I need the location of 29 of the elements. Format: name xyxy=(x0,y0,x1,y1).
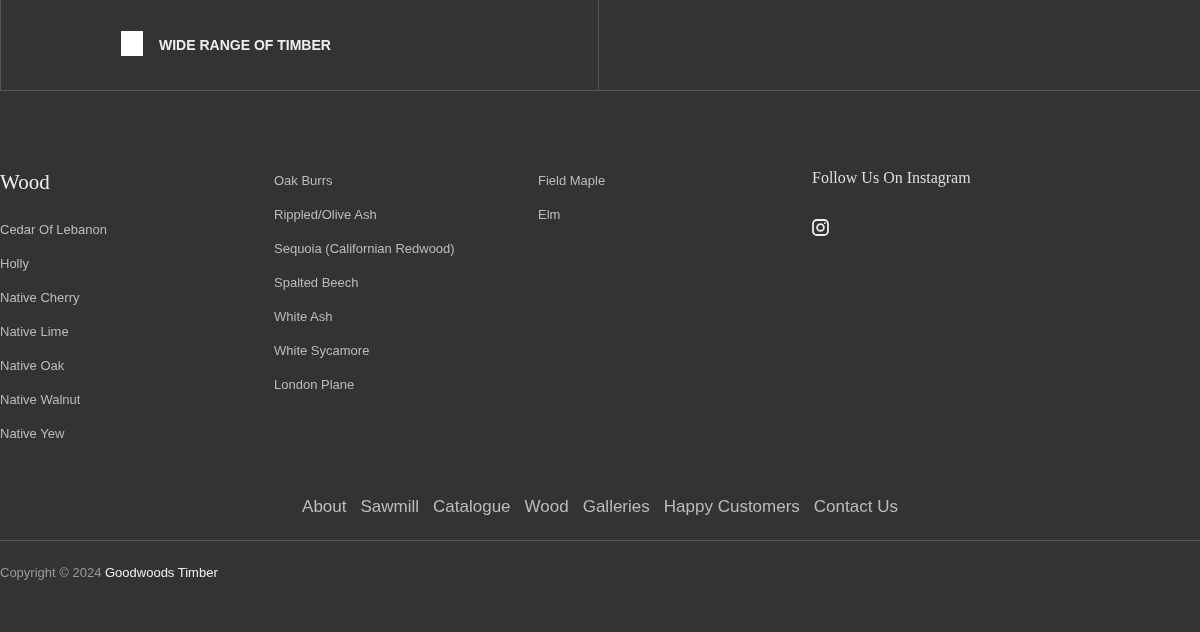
footer-link[interactable]: White Ash xyxy=(274,307,333,327)
footer-link[interactable]: Rippled/Olive Ash xyxy=(274,205,377,225)
nav-link[interactable]: Sawmill xyxy=(360,492,420,522)
nav-link[interactable]: Wood xyxy=(524,492,569,522)
footer-link[interactable]: Field Maple xyxy=(538,171,606,191)
nav-link[interactable]: Catalogue xyxy=(433,492,511,522)
nav-link[interactable]: Happy Customers xyxy=(663,492,800,522)
footer-link[interactable]: Native Yew xyxy=(0,424,65,444)
footer-link[interactable]: Native Lime xyxy=(0,322,69,342)
footer-link[interactable]: Oak Burrs xyxy=(274,171,333,191)
footer-link[interactable]: Sequoia (Californian Redwood) xyxy=(274,239,455,259)
nav-link[interactable]: About xyxy=(302,492,347,522)
column-heading: Wood xyxy=(0,170,50,194)
feature-label: WIDE RANGE OF TIMBER xyxy=(159,37,331,53)
square-icon xyxy=(121,31,143,56)
footer-link[interactable]: London Plane xyxy=(274,375,355,395)
footer-link[interactable]: Native Cherry xyxy=(0,288,80,308)
footer-link[interactable]: Spalted Beech xyxy=(274,273,359,293)
nav-link[interactable]: Contact Us xyxy=(813,492,898,522)
instagram-icon[interactable] xyxy=(812,219,829,236)
footer-link[interactable]: Holly xyxy=(0,254,29,274)
footer-link[interactable]: Elm xyxy=(538,205,561,225)
copyright-text: Copyright © 2024 Goodwoods Timber xyxy=(0,564,218,582)
footer-link[interactable]: Native Walnut xyxy=(0,390,81,410)
footer-link[interactable]: Native Oak xyxy=(0,356,65,376)
footer-link[interactable]: White Sycamore xyxy=(274,341,370,361)
column-heading: Follow Us On Instagram xyxy=(812,168,971,188)
nav-link[interactable]: Galleries xyxy=(582,492,650,522)
footer-link[interactable]: Cedar Of Lebanon xyxy=(0,220,107,240)
